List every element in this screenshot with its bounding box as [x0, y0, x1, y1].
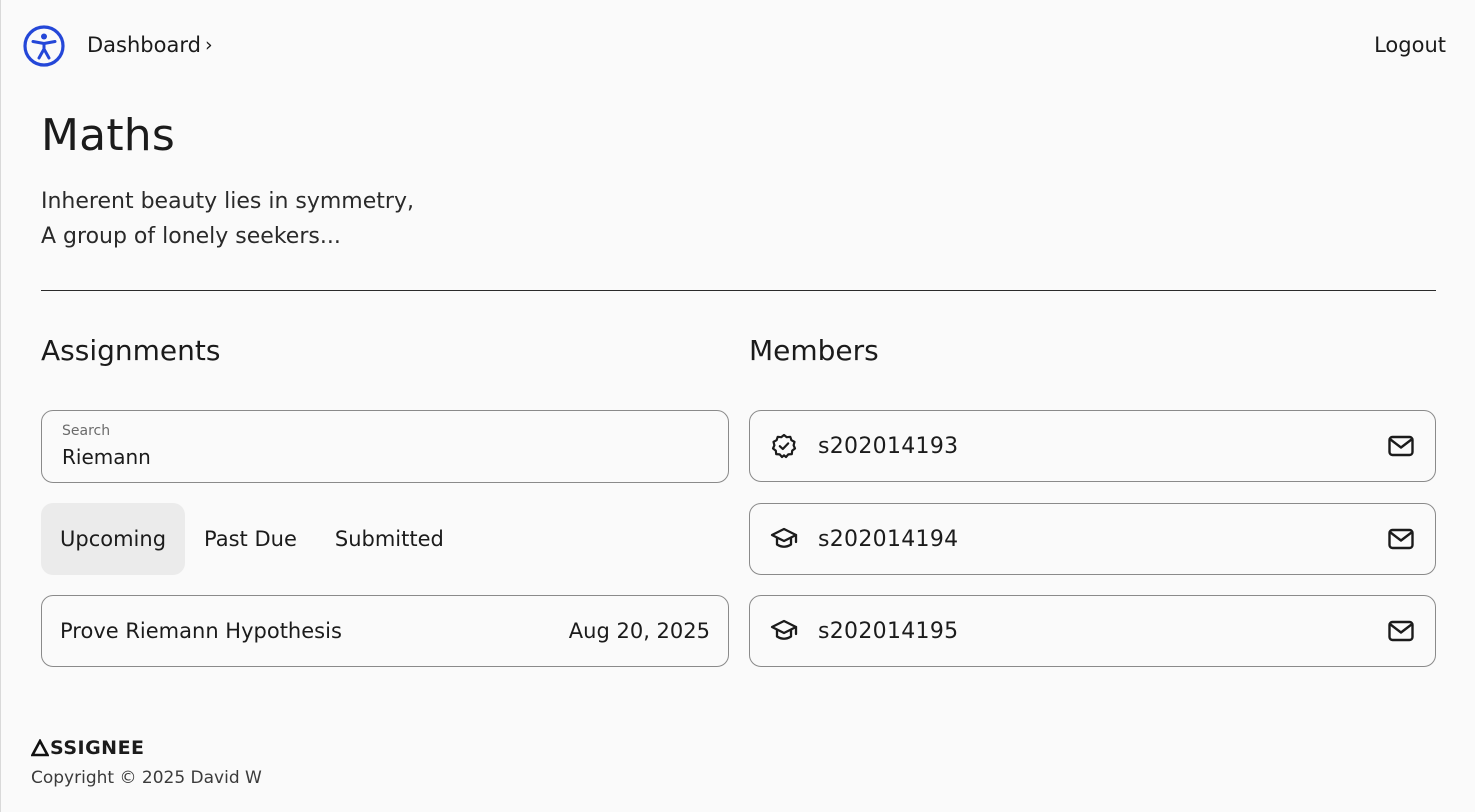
- member-id: s202014193: [818, 433, 959, 459]
- assignment-item[interactable]: Prove Riemann Hypothesis Aug 20, 2025: [41, 595, 729, 667]
- tab-upcoming[interactable]: Upcoming: [41, 503, 186, 575]
- mail-icon[interactable]: [1387, 617, 1415, 645]
- search-label: Search: [62, 423, 111, 439]
- chevron-right-icon: ›: [204, 34, 213, 56]
- description-line-2: A group of lonely seekers...: [41, 224, 341, 249]
- assignment-tabs: Upcoming Past Due Submitted: [41, 503, 463, 575]
- logout-button[interactable]: Logout: [1374, 33, 1446, 57]
- member-row[interactable]: s202014194: [749, 503, 1436, 575]
- search-input[interactable]: [62, 445, 702, 469]
- member-id: s202014195: [818, 618, 959, 644]
- footer-logo: SSIGNEE: [31, 737, 145, 759]
- brand-name: SSIGNEE: [50, 737, 145, 759]
- tab-past-due[interactable]: Past Due: [185, 503, 316, 575]
- member-row[interactable]: s202014193: [749, 410, 1436, 482]
- member-row[interactable]: s202014195: [749, 595, 1436, 667]
- assignment-title: Prove Riemann Hypothesis: [60, 619, 342, 643]
- accessibility-icon[interactable]: [23, 25, 65, 67]
- page-title: Maths: [41, 110, 175, 161]
- copyright: Copyright © 2025 David W: [31, 768, 262, 788]
- search-field[interactable]: Search: [41, 410, 729, 483]
- mail-icon[interactable]: [1387, 432, 1415, 460]
- graduation-cap-icon: [770, 525, 798, 553]
- divider: [41, 290, 1436, 291]
- breadcrumb[interactable]: Dashboard ›: [87, 33, 213, 57]
- member-id: s202014194: [818, 526, 959, 552]
- assignments-heading: Assignments: [41, 334, 221, 367]
- course-description: Inherent beauty lies in symmetry, A grou…: [41, 184, 414, 254]
- breadcrumb-dashboard[interactable]: Dashboard: [87, 33, 201, 57]
- verified-badge-icon: [770, 432, 798, 460]
- delta-icon: [31, 739, 49, 757]
- top-bar: Dashboard › Logout: [1, 0, 1475, 92]
- tab-submitted[interactable]: Submitted: [316, 503, 463, 575]
- graduation-cap-icon: [770, 617, 798, 645]
- members-heading: Members: [749, 334, 879, 367]
- description-line-1: Inherent beauty lies in symmetry,: [41, 189, 414, 214]
- assignment-due-date: Aug 20, 2025: [568, 619, 710, 643]
- mail-icon[interactable]: [1387, 525, 1415, 553]
